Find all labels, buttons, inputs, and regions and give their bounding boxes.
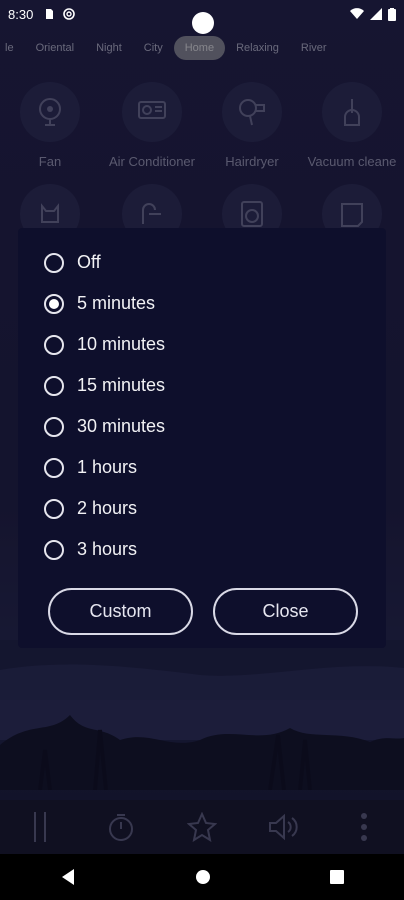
close-button[interactable]: Close [213, 588, 358, 635]
timer-option-off[interactable]: Off [18, 242, 386, 283]
option-label: 3 hours [77, 539, 138, 559]
timer-option-3-hours[interactable]: 3 hours [18, 529, 386, 570]
radio-button[interactable] [44, 457, 64, 478]
timer-option-10-minutes[interactable]: 10 minutes [18, 324, 386, 365]
radio-button[interactable] [44, 252, 64, 273]
home-icon[interactable] [195, 869, 211, 885]
sim-card-icon [46, 9, 54, 19]
camera-cutout [192, 12, 214, 34]
option-label: 2 hours [77, 498, 138, 518]
option-label: Off [77, 252, 101, 272]
radio-button[interactable] [44, 539, 64, 560]
timer-option-2-hours[interactable]: 2 hours [18, 488, 386, 529]
timer-option-15-minutes[interactable]: 15 minutes [18, 365, 386, 406]
signal-icon [370, 8, 382, 20]
option-label: 1 hours [77, 457, 138, 477]
radio-button[interactable] [44, 334, 64, 355]
status-right-icons [350, 7, 396, 21]
at-sign-icon [63, 8, 76, 20]
option-label: 30 minutes [77, 416, 166, 436]
timer-option-30-minutes[interactable]: 30 minutes [18, 406, 386, 447]
radio-button-checked[interactable] [44, 293, 64, 314]
option-label: 15 minutes [77, 375, 166, 395]
back-icon[interactable] [60, 868, 76, 886]
radio-button[interactable] [44, 416, 64, 437]
status-time: 8:30 [8, 6, 34, 22]
battery-icon [388, 7, 396, 21]
radio-button[interactable] [44, 498, 64, 519]
sleep-timer-dialog: Off 5 minutes 10 minutes 15 minutes 30 m… [18, 228, 386, 648]
option-label: 10 minutes [77, 334, 166, 354]
timer-option-5-minutes[interactable]: 5 minutes [18, 283, 386, 324]
recents-icon[interactable] [330, 870, 345, 884]
custom-button[interactable]: Custom [48, 588, 193, 635]
dialog-actions: Custom Close [48, 588, 358, 635]
option-label: 5 minutes [77, 293, 156, 313]
timer-option-1-hours[interactable]: 1 hours [18, 447, 386, 488]
radio-button[interactable] [44, 375, 64, 396]
wifi-icon [350, 8, 364, 19]
system-navigation-bar [0, 854, 404, 900]
